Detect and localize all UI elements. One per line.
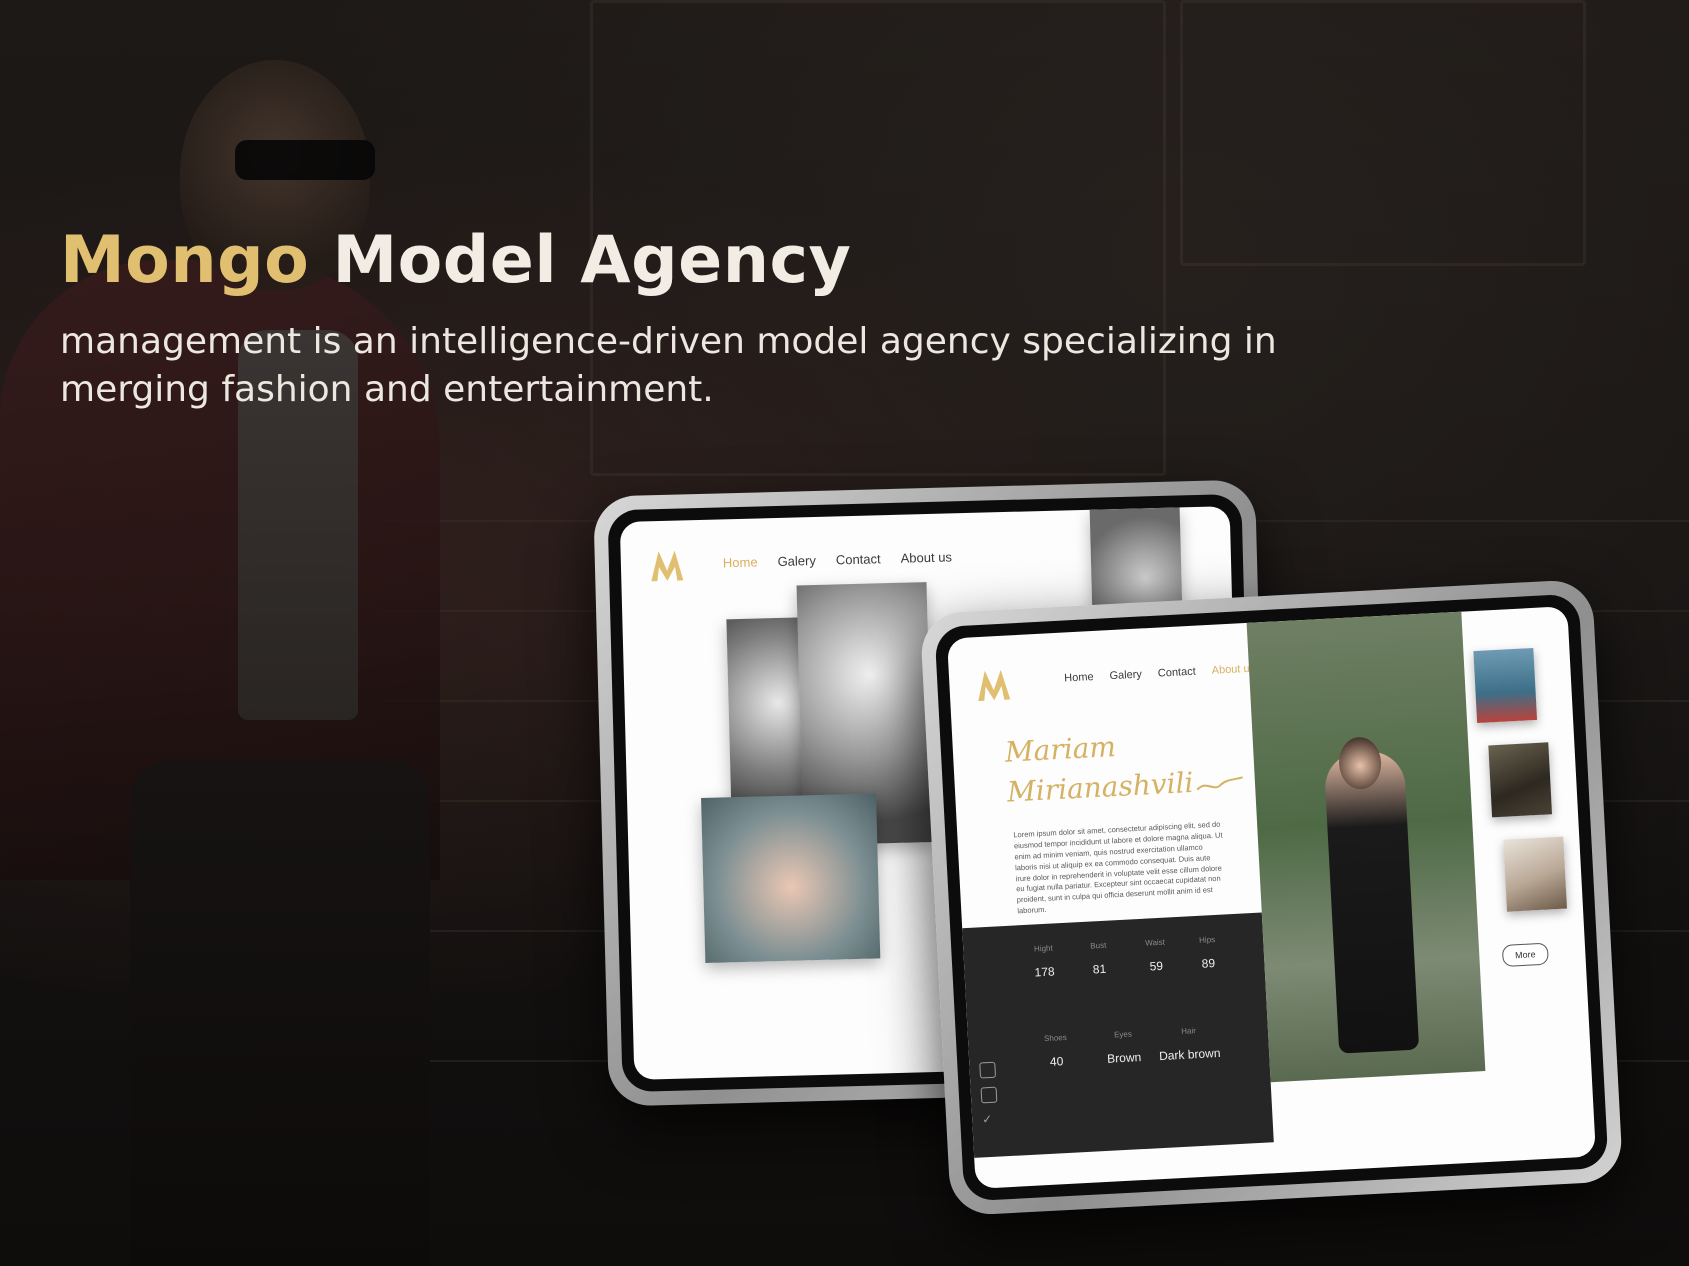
signature-flourish-icon xyxy=(1196,776,1243,791)
stat-label: Hight xyxy=(1033,943,1053,954)
twitter-icon[interactable]: ✓ xyxy=(982,1112,997,1127)
headline-brand: Mongo xyxy=(60,223,310,298)
headline: Mongo Model Agency xyxy=(60,225,851,297)
stat-hips: Hips 89 xyxy=(1199,935,1217,971)
stat-value: Brown xyxy=(1106,1050,1142,1066)
model-bio: Lorem ipsum dolor sit amet, consectetur … xyxy=(1013,819,1223,916)
nav-home[interactable]: Home xyxy=(723,554,758,570)
stat-eyes: Eyes Brown xyxy=(1106,1029,1142,1066)
stat-shoes: Shoes 40 xyxy=(1044,1033,1068,1069)
stat-hair: Hair Dark brown xyxy=(1158,1025,1221,1063)
instagram-icon[interactable] xyxy=(979,1061,997,1079)
nav-galery[interactable]: Galery xyxy=(777,553,816,569)
stat-hight: Hight 178 xyxy=(1033,943,1055,980)
nav-about[interactable]: About us xyxy=(900,549,952,565)
stat-label: Hips xyxy=(1198,935,1216,945)
thumbnail-3[interactable] xyxy=(1503,836,1567,912)
thumbnail-1[interactable] xyxy=(1473,647,1538,723)
stat-label: Hair xyxy=(1180,1026,1197,1036)
man-legs xyxy=(130,760,430,1266)
model-full-photo xyxy=(1246,611,1486,1083)
facebook-icon[interactable] xyxy=(980,1086,998,1104)
tablet-profile-mockup: Home Galery Contact About us Mariam Miri… xyxy=(919,578,1624,1217)
stat-label: Shoes xyxy=(1043,1032,1067,1044)
home-nav: Home Galery Contact About us xyxy=(723,549,952,570)
profile-nav: Home Galery Contact About us xyxy=(1064,663,1255,685)
stat-label: Eyes xyxy=(1113,1029,1133,1040)
nav-contact[interactable]: Contact xyxy=(1158,666,1196,680)
stat-bust: Bust 81 xyxy=(1090,941,1108,977)
logo-m-icon[interactable] xyxy=(975,665,1013,703)
stat-value: 81 xyxy=(1092,961,1107,977)
model-last-name: Mirianashvili xyxy=(1006,765,1195,809)
model-first-name: Mariam xyxy=(1004,729,1117,769)
stat-value: 178 xyxy=(1034,964,1055,980)
window-panel xyxy=(1180,0,1586,266)
sunglasses xyxy=(235,140,375,180)
tablet-bezel: Home Galery Contact About us Mariam Miri… xyxy=(934,593,1609,1202)
hero-photo-corner xyxy=(1089,507,1183,610)
stat-value: 89 xyxy=(1201,956,1216,971)
model-photo-3[interactable] xyxy=(701,793,881,963)
logo-m-icon[interactable] xyxy=(648,546,685,583)
stats-panel: Hight 178 Bust 81 Waist 59 Hips 89 Shoes 40 E… xyxy=(962,912,1274,1158)
stat-label: Waist xyxy=(1144,937,1166,948)
more-button[interactable]: More xyxy=(1501,942,1549,967)
nav-home[interactable]: Home xyxy=(1064,671,1094,685)
stat-label: Bust xyxy=(1090,940,1107,951)
profile-screen: Home Galery Contact About us Mariam Miri… xyxy=(947,606,1596,1189)
thumbnail-2[interactable] xyxy=(1488,742,1553,818)
stat-value: Dark brown xyxy=(1158,1045,1221,1064)
stat-value: 40 xyxy=(1049,1054,1064,1069)
model-body xyxy=(1323,749,1420,1054)
headline-rest: Model Agency xyxy=(332,223,852,298)
tagline: management is an intelligence-driven mod… xyxy=(60,321,1277,411)
stat-waist: Waist 59 xyxy=(1145,938,1167,974)
stat-value: 59 xyxy=(1149,958,1164,974)
nav-contact[interactable]: Contact xyxy=(836,551,881,567)
nav-galery[interactable]: Galery xyxy=(1109,668,1142,682)
